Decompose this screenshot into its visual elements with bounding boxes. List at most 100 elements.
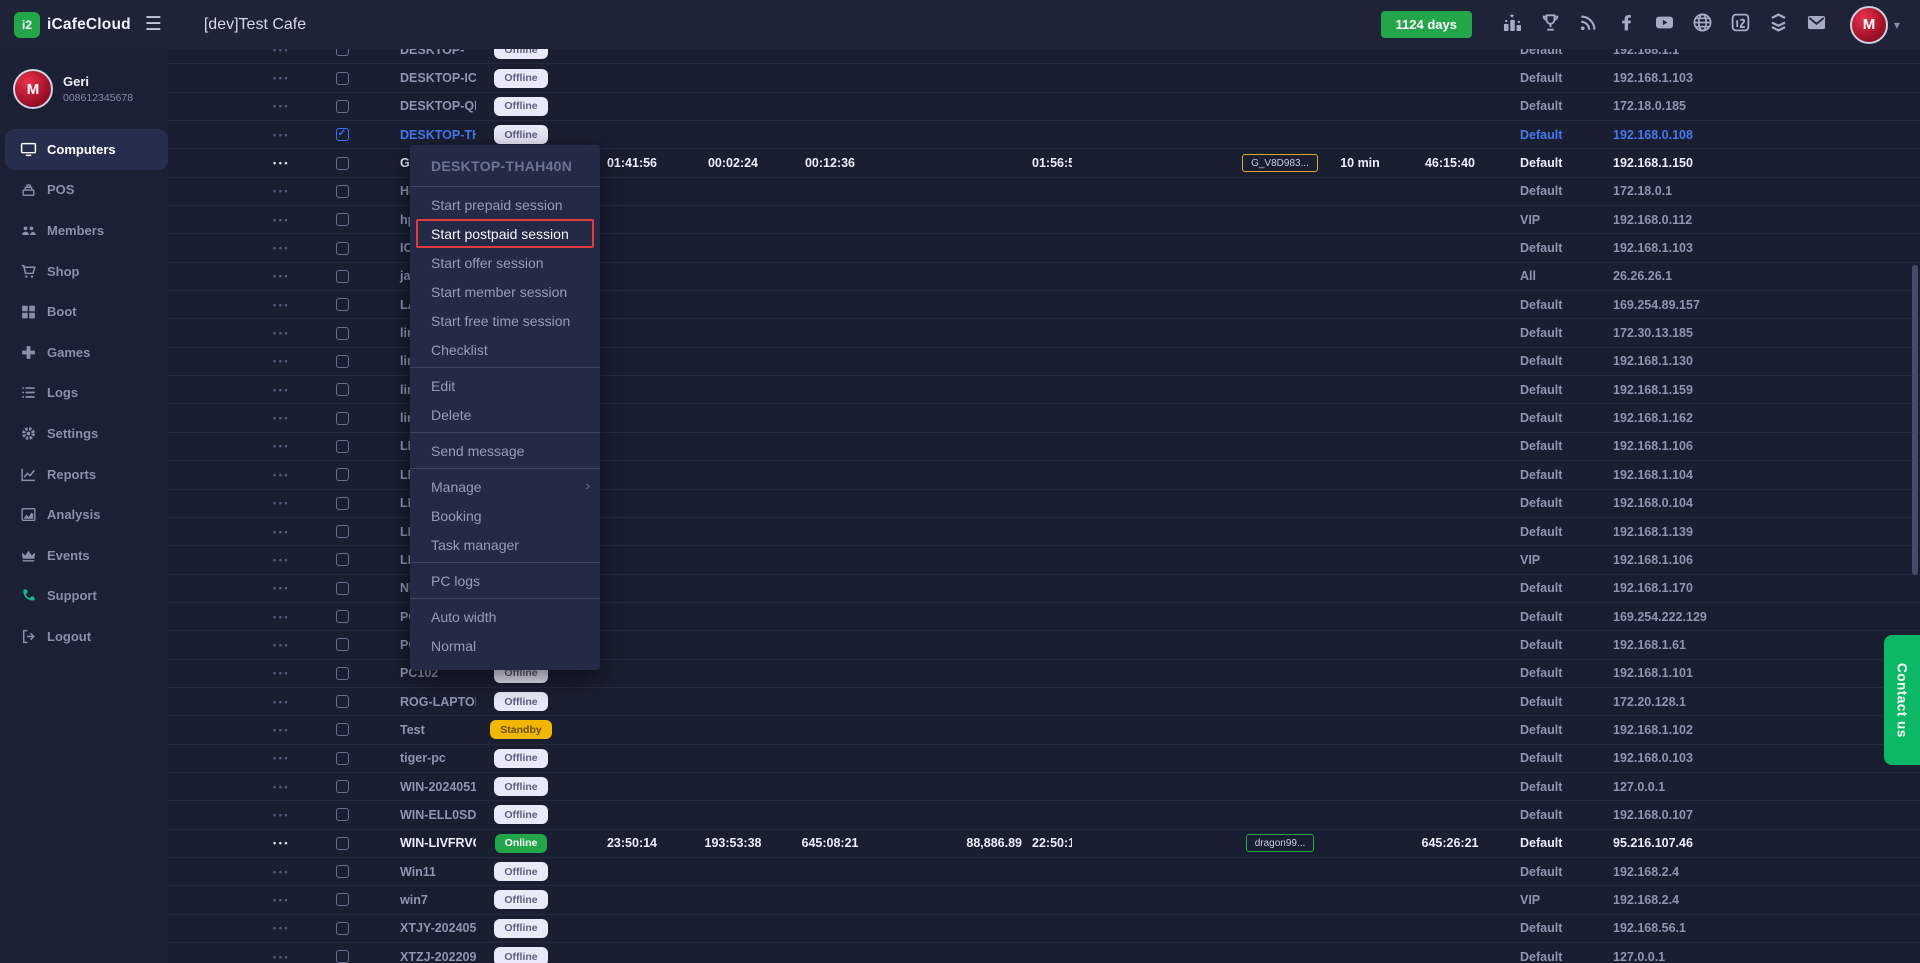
computer-name[interactable]: WIN-LIVFRVQFMKO [366, 836, 476, 850]
ranking-icon[interactable] [1502, 12, 1523, 33]
menu-item-normal[interactable]: Normal [410, 631, 600, 660]
row-checkbox[interactable] [336, 865, 349, 878]
row-checkbox[interactable] [336, 128, 349, 141]
row-checkbox[interactable] [336, 383, 349, 396]
sidebar-item-logs[interactable]: Logs [0, 373, 168, 414]
youtube-icon[interactable] [1654, 12, 1675, 33]
table-row[interactable]: ••• XTZJ-20220925JU Offline Default 127.… [168, 943, 1920, 963]
row-checkbox[interactable] [336, 440, 349, 453]
menu-item-start-prepaid-session[interactable]: Start prepaid session [410, 190, 600, 219]
computer-name[interactable]: DESKTOP-THAH40N [366, 128, 476, 142]
row-checkbox[interactable] [336, 752, 349, 765]
row-actions-button[interactable]: ••• [168, 867, 318, 877]
row-checkbox[interactable] [336, 610, 349, 623]
computer-name[interactable]: Win11 [366, 865, 476, 879]
row-checkbox[interactable] [336, 49, 349, 56]
row-actions-button[interactable]: ••• [168, 952, 318, 962]
row-actions-button[interactable]: ••• [168, 782, 318, 792]
table-row[interactable]: ••• XTJY-20240517IL Offline Default 192.… [168, 915, 1920, 943]
sidebar-item-boot[interactable]: Boot [0, 291, 168, 332]
row-actions-button[interactable]: ••• [168, 413, 318, 423]
rss-icon[interactable] [1578, 12, 1599, 33]
row-checkbox[interactable] [336, 270, 349, 283]
row-actions-button[interactable]: ••• [168, 356, 318, 366]
row-actions-button[interactable]: ••• [168, 838, 318, 848]
sidebar-item-analysis[interactable]: Analysis [0, 494, 168, 535]
computer-name[interactable]: WIN-20240516VIZ [366, 780, 476, 794]
subscription-days-badge[interactable]: 1124 days [1381, 11, 1472, 38]
table-row[interactable]: ••• WIN-ELL0SDH1U5S Offline Default 192.… [168, 801, 1920, 829]
row-actions-button[interactable]: ••• [168, 49, 318, 55]
menu-item-pc-logs[interactable]: PC logs [410, 566, 600, 595]
computer-name[interactable]: XTJY-20240517IL [366, 921, 476, 935]
row-checkbox[interactable] [336, 497, 349, 510]
row-checkbox[interactable] [336, 525, 349, 538]
computer-name[interactable]: ROG-LAPTOP [366, 695, 476, 709]
row-actions-button[interactable]: ••• [168, 243, 318, 253]
facebook-icon[interactable] [1616, 12, 1637, 33]
table-row[interactable]: ••• DESKTOP-ICC-CLIENT Offline Default 1… [168, 64, 1920, 92]
row-checkbox[interactable] [336, 185, 349, 198]
computer-name[interactable]: DESKTOP- [366, 49, 476, 57]
globe-icon[interactable] [1692, 12, 1713, 33]
row-checkbox[interactable] [336, 723, 349, 736]
row-checkbox[interactable] [336, 582, 349, 595]
row-checkbox[interactable] [336, 355, 349, 368]
table-row[interactable]: ••• WIN-20240516VIZ Offline Default 127.… [168, 773, 1920, 801]
sidebar-item-settings[interactable]: Settings [0, 413, 168, 454]
row-checkbox[interactable] [336, 922, 349, 935]
row-actions-button[interactable]: ••• [168, 130, 318, 140]
row-checkbox[interactable] [336, 553, 349, 566]
computer-name[interactable]: WIN-ELL0SDH1U5S [366, 808, 476, 822]
row-actions-button[interactable]: ••• [168, 725, 318, 735]
row-actions-button[interactable]: ••• [168, 470, 318, 480]
row-checkbox[interactable] [336, 213, 349, 226]
row-actions-button[interactable]: ••• [168, 668, 318, 678]
row-actions-button[interactable]: ••• [168, 73, 318, 83]
sidebar-item-computers[interactable]: Computers [5, 129, 168, 170]
contact-us-button[interactable]: Contact us [1884, 635, 1920, 765]
trophy-icon[interactable] [1540, 12, 1561, 33]
row-checkbox[interactable] [336, 893, 349, 906]
row-actions-button[interactable]: ••• [168, 186, 318, 196]
menu-item-send-message[interactable]: Send message [410, 436, 600, 465]
user-avatar[interactable]: M [1850, 6, 1888, 44]
sidebar-item-support[interactable]: Support [0, 576, 168, 617]
computer-name[interactable]: tiger-pc [366, 751, 476, 765]
row-actions-button[interactable]: ••• [168, 101, 318, 111]
computer-name[interactable]: win7 [366, 893, 476, 907]
row-checkbox[interactable] [336, 638, 349, 651]
sidebar-item-logout[interactable]: Logout [0, 616, 168, 657]
computer-name[interactable]: XTZJ-20220925JU [366, 950, 476, 963]
menu-item-task-manager[interactable]: Task manager [410, 530, 600, 559]
icafe-icon[interactable] [1730, 12, 1751, 33]
row-checkbox[interactable] [336, 667, 349, 680]
computer-name[interactable]: Test [366, 723, 476, 737]
row-checkbox[interactable] [336, 695, 349, 708]
row-actions-button[interactable]: ••• [168, 498, 318, 508]
row-checkbox[interactable] [336, 808, 349, 821]
menu-item-delete[interactable]: Delete [410, 400, 600, 429]
sidebar-item-shop[interactable]: Shop [0, 251, 168, 292]
menu-item-manage[interactable]: Manage› [410, 472, 600, 501]
sidebar-item-reports[interactable]: Reports [0, 454, 168, 495]
row-actions-button[interactable]: ••• [168, 640, 318, 650]
row-actions-button[interactable]: ••• [168, 612, 318, 622]
row-actions-button[interactable]: ••• [168, 583, 318, 593]
table-row[interactable]: ••• win7 Offline VIP 192.168.2.4 [168, 886, 1920, 914]
row-actions-button[interactable]: ••• [168, 441, 318, 451]
row-checkbox[interactable] [336, 157, 349, 170]
row-checkbox[interactable] [336, 72, 349, 85]
sidebar-item-events[interactable]: Events [0, 535, 168, 576]
table-row[interactable]: ••• Test Standby Default 192.168.1.102 [168, 716, 1920, 744]
menu-item-start-free-time-session[interactable]: Start free time session [410, 306, 600, 335]
vertical-scrollbar[interactable] [1912, 265, 1918, 575]
row-actions-button[interactable]: ••• [168, 810, 318, 820]
menu-item-start-member-session[interactable]: Start member session [410, 277, 600, 306]
row-actions-button[interactable]: ••• [168, 300, 318, 310]
row-checkbox[interactable] [336, 950, 349, 963]
menu-item-start-postpaid-session[interactable]: Start postpaid session [416, 219, 594, 248]
table-row[interactable]: ••• WIN-LIVFRVQFMKO Online 23:50:14 193:… [168, 830, 1920, 858]
sidebar-item-members[interactable]: Members [0, 210, 168, 251]
row-actions-button[interactable]: ••• [168, 697, 318, 707]
